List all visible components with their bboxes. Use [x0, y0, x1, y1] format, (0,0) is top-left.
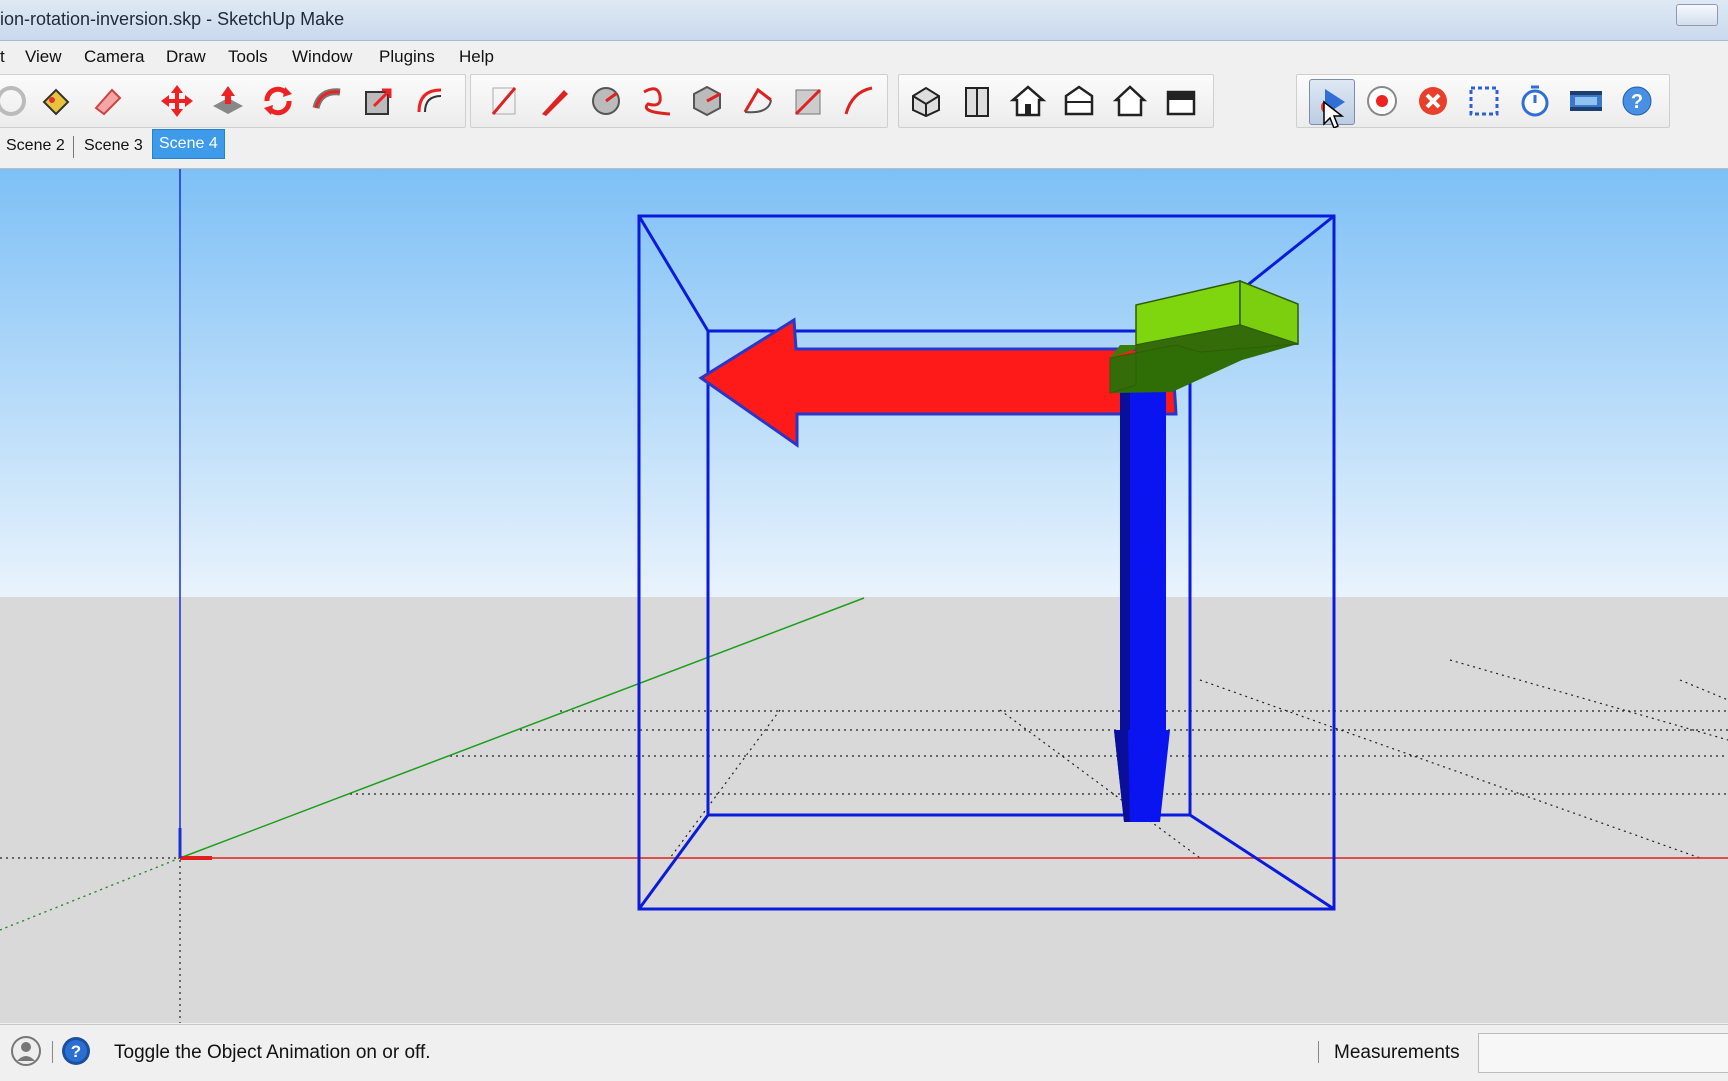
stop-icon[interactable] [1411, 79, 1455, 123]
tab-scene-2[interactable]: Scene 2 [0, 132, 71, 160]
view-tools-group [898, 74, 1214, 128]
window-title: ion-rotation-inversion.skp - SketchUp Ma… [0, 9, 345, 29]
tab-scene-3[interactable]: Scene 3 [78, 132, 149, 160]
main-toolbar: ? [0, 72, 1728, 130]
status-separator [1318, 1041, 1319, 1063]
menu-draw[interactable]: Draw [166, 47, 206, 67]
svg-text:?: ? [1631, 91, 1643, 113]
timer-icon[interactable] [1513, 79, 1557, 123]
mouse-cursor-icon [1323, 100, 1344, 130]
help-icon[interactable]: ? [1615, 79, 1659, 123]
status-separator [52, 1041, 53, 1063]
user-icon[interactable] [10, 1035, 42, 1067]
menu-help[interactable]: Help [459, 47, 494, 67]
tab-separator [73, 136, 74, 158]
measurements-label: Measurements [1334, 1042, 1460, 1063]
menu-bar: t View Camera Draw Tools Window Plugins … [0, 41, 1728, 71]
menu-camera[interactable]: Camera [84, 47, 144, 67]
two-point-arc-icon[interactable] [787, 79, 831, 123]
record-icon[interactable] [1360, 79, 1404, 123]
polygon-icon[interactable] [685, 79, 729, 123]
edit-tools-group [0, 74, 466, 128]
move-icon[interactable] [155, 79, 199, 123]
rotate-icon[interactable] [256, 79, 300, 123]
freehand-icon[interactable] [635, 79, 679, 123]
pencil-icon[interactable] [533, 79, 577, 123]
iso-view-icon[interactable] [904, 79, 948, 123]
title-bar: ion-rotation-inversion.skp - SketchUp Ma… [0, 0, 1728, 41]
left-view-icon[interactable] [1108, 79, 1152, 123]
model-viewport[interactable] [0, 169, 1728, 1023]
status-bar: ? Toggle the Object Animation on or off.… [0, 1024, 1728, 1081]
circle-icon[interactable] [584, 79, 628, 123]
scale-icon[interactable] [357, 79, 401, 123]
ground [0, 597, 1728, 1023]
menu-plugins[interactable]: Plugins [379, 47, 435, 67]
minimize-button[interactable] [1676, 4, 1718, 26]
menu-window[interactable]: Window [292, 47, 352, 67]
back-view-icon[interactable] [1057, 79, 1101, 123]
pie-icon[interactable] [837, 79, 881, 123]
svg-text:?: ? [71, 1042, 81, 1061]
tab-scene-4[interactable]: Scene 4 [152, 129, 225, 159]
front-view-icon[interactable] [955, 79, 999, 123]
top-view-icon[interactable] [1006, 79, 1050, 123]
paint-bucket-icon[interactable] [33, 79, 77, 123]
arc-icon[interactable] [736, 79, 780, 123]
scene-tabs-bar: Scene 2 Scene 3 Scene 4 [0, 128, 1728, 169]
menu-view[interactable]: View [25, 47, 62, 67]
offset-icon[interactable] [408, 79, 452, 123]
draw-tools-group [470, 74, 888, 128]
scene-canvas[interactable] [0, 169, 1728, 1023]
film-icon[interactable] [1564, 79, 1608, 123]
right-view-icon[interactable] [1159, 79, 1203, 123]
orbit-icon[interactable] [0, 79, 33, 123]
blue-arrow [1114, 392, 1170, 822]
eraser-icon[interactable] [85, 79, 129, 123]
follow-me-icon[interactable] [307, 79, 351, 123]
line-icon[interactable] [482, 79, 526, 123]
animation-tools-group: ? [1296, 74, 1670, 128]
measurements-input[interactable] [1478, 1033, 1728, 1073]
menu-tools[interactable]: Tools [228, 47, 268, 67]
menu-edit[interactable]: t [0, 47, 5, 67]
status-message: Toggle the Object Animation on or off. [114, 1042, 431, 1063]
help-icon[interactable]: ? [60, 1035, 92, 1067]
push-pull-icon[interactable] [206, 79, 250, 123]
select-box-icon[interactable] [1462, 79, 1506, 123]
